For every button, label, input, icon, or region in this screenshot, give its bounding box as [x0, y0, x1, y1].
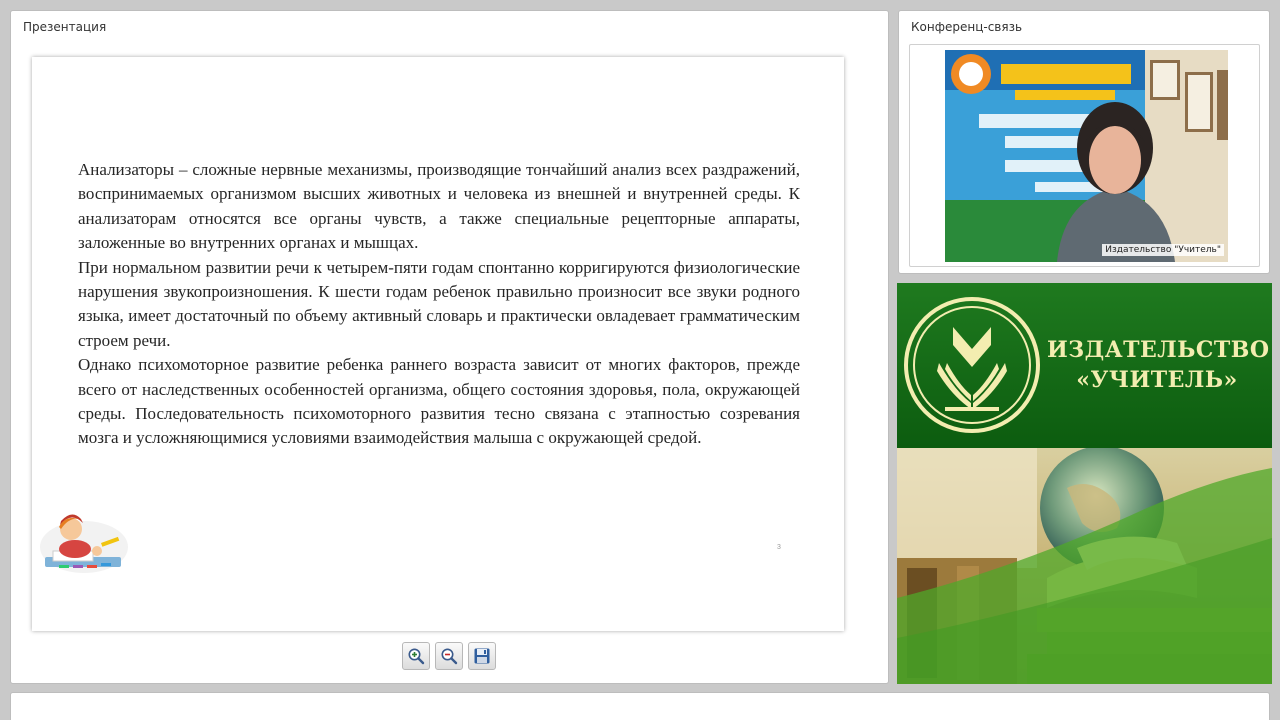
slide-page-number: 3 — [777, 544, 781, 551]
banner-title-line2: «УЧИТЕЛЬ» — [1076, 367, 1238, 393]
banner-title-line1: ИЗДАТЕЛЬСТВО — [1047, 337, 1270, 363]
save-button[interactable] — [468, 642, 496, 670]
zoom-out-icon — [441, 648, 458, 665]
slide-paragraph-3: Однако психомоторное развитие ребенка ра… — [78, 355, 800, 448]
slide-paragraph-2: При нормальном развитии речи к четырем-п… — [78, 257, 800, 350]
floppy-disk-icon — [474, 648, 490, 664]
banner-header: ИЗДАТЕЛЬСТВО «УЧИТЕЛЬ» — [897, 283, 1272, 448]
video-frame: Издательство "Учитель" — [909, 44, 1260, 267]
child-drawing-clipart — [40, 514, 128, 573]
video-feed-image — [945, 50, 1228, 262]
slide: Анализаторы – сложные нервные механизмы,… — [32, 57, 844, 631]
participant-video[interactable]: Издательство "Учитель" — [945, 50, 1228, 262]
participant-name-label: Издательство "Учитель" — [1102, 244, 1224, 256]
slide-text: Анализаторы – сложные нервные механизмы,… — [78, 158, 800, 451]
banner-title: ИЗДАТЕЛЬСТВО «УЧИТЕЛЬ» — [1047, 335, 1270, 395]
presentation-toolbar — [402, 642, 496, 670]
zoom-out-button[interactable] — [435, 642, 463, 670]
presentation-title: Презентация — [23, 20, 107, 34]
slide-paragraph-1: Анализаторы – сложные нервные механизмы,… — [78, 160, 800, 253]
publisher-banner[interactable]: ИЗДАТЕЛЬСТВО «УЧИТЕЛЬ» — [897, 283, 1272, 684]
presentation-panel: Презентация Анализаторы – сложные нервны… — [10, 10, 889, 684]
bottom-panel — [10, 692, 1270, 720]
books-globe-illustration — [897, 446, 1272, 684]
zoom-in-icon — [408, 648, 425, 665]
banner-books-image — [897, 446, 1272, 684]
conference-panel: Конференц-связь Издательство "Учитель" — [898, 10, 1270, 274]
publisher-logo-icon — [904, 297, 1040, 433]
conference-title: Конференц-связь — [911, 20, 1023, 34]
zoom-in-button[interactable] — [402, 642, 430, 670]
